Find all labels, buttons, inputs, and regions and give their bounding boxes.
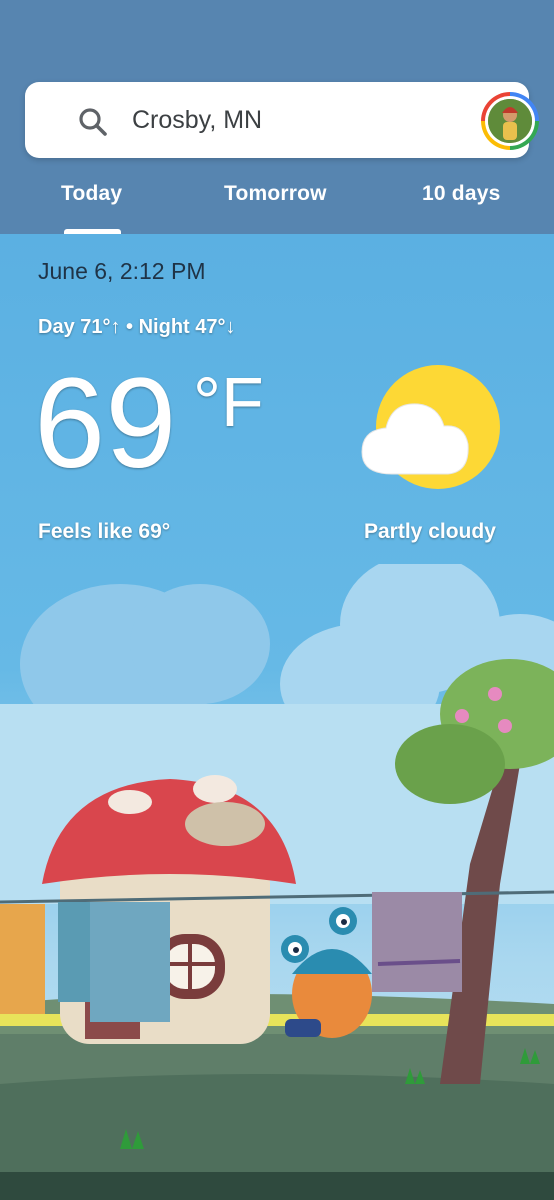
day-night-temps: Day 71°↑ • Night 47°↓: [38, 316, 236, 338]
avatar[interactable]: [481, 92, 539, 150]
app-header: Crosby, MN Today Tomorrow 10 days: [0, 0, 554, 234]
avatar-ring: [485, 96, 535, 146]
garden-illustration: [0, 564, 554, 1200]
location-query[interactable]: Crosby, MN: [132, 104, 262, 136]
current-temperature: 69: [34, 352, 177, 495]
search-icon[interactable]: [77, 106, 109, 138]
date-time: June 6, 2:12 PM: [38, 258, 206, 284]
temperature-unit: °F: [193, 363, 264, 441]
tab-tomorrow[interactable]: Tomorrow: [224, 182, 327, 206]
tab-10-days[interactable]: 10 days: [422, 182, 500, 206]
bottom-ground-strip: [0, 1172, 554, 1200]
weather-condition: Partly cloudy: [364, 520, 496, 543]
partly-cloudy-icon: [361, 365, 500, 489]
weather-panel: June 6, 2:12 PM Day 71°↑ • Night 47°↓ 69…: [0, 234, 554, 1200]
avatar-photo: [488, 99, 532, 143]
feels-like: Feels like 69°: [38, 520, 171, 543]
search-bar[interactable]: Crosby, MN: [25, 82, 539, 158]
person-icon: [488, 99, 532, 143]
tab-today[interactable]: Today: [61, 182, 122, 206]
